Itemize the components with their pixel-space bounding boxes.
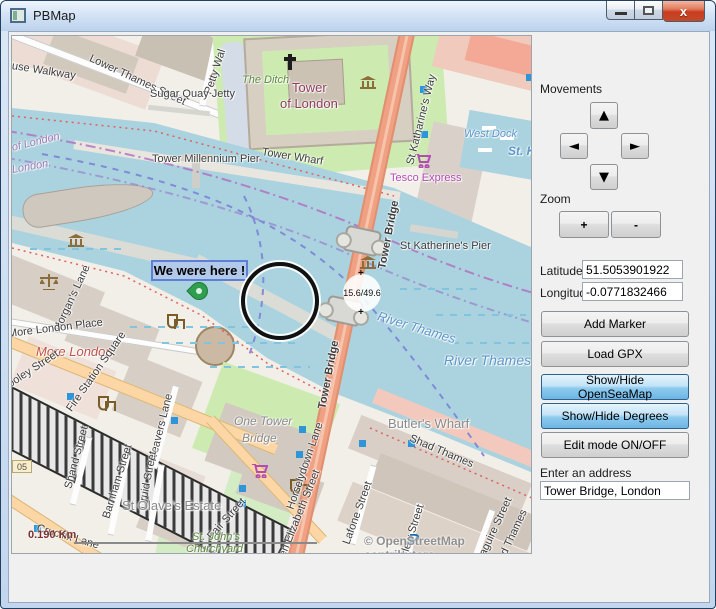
zoom-in-button[interactable]: +	[559, 211, 609, 238]
map-label: West Dock	[464, 128, 517, 140]
move-up-button[interactable]: ▲	[590, 102, 618, 129]
map-label: St Katherine's Pier	[400, 240, 491, 252]
poi-marker-icon	[239, 485, 246, 492]
client-area: use Walkway Lower Thames Street Petty Wa…	[8, 31, 710, 603]
center-indicator-value: 15.6/49.6	[343, 288, 381, 298]
map-label: Tesco Express	[390, 172, 462, 184]
maximize-icon	[643, 6, 654, 15]
shopping-cart-icon	[252, 464, 268, 478]
boat	[478, 148, 492, 152]
map-label: One Tower	[234, 414, 292, 428]
museum-icon	[360, 76, 376, 89]
minimize-button[interactable]	[606, 1, 635, 20]
map-label: Sugar Quay Jetty	[150, 88, 235, 100]
movements-label: Movements	[540, 82, 602, 96]
app-window: PBMap x	[0, 0, 716, 609]
water-dashes	[210, 366, 310, 368]
move-right-button[interactable]: ►	[621, 133, 649, 159]
poi-marker-icon	[299, 426, 306, 433]
scale-label: 0.190 Km	[28, 529, 76, 541]
water-dashes	[436, 314, 526, 316]
window-title: PBMap	[33, 8, 76, 23]
toggle-degrees-button[interactable]: Show/Hide Degrees	[541, 403, 689, 429]
poi-marker-icon	[171, 417, 178, 424]
scales-icon	[40, 274, 58, 290]
route-badge: 05	[12, 460, 32, 473]
water-dashes	[400, 288, 480, 290]
map-label: St Olave's Estate	[122, 498, 221, 513]
scale-bar	[74, 542, 317, 544]
address-input[interactable]	[540, 481, 690, 500]
map-label: Butler's Wharf	[388, 416, 469, 431]
map-canvas[interactable]: use Walkway Lower Thames Street Petty Wa…	[11, 35, 532, 554]
address-label: Enter an address	[540, 466, 631, 480]
latitude-input[interactable]	[582, 260, 683, 279]
theater-masks-icon	[98, 396, 116, 411]
map-label: Bridge	[242, 431, 277, 445]
map-circle-overlay	[241, 262, 319, 340]
move-left-button[interactable]: ◄	[560, 133, 588, 159]
caption-buttons: x	[606, 1, 705, 21]
water-dashes	[162, 342, 302, 344]
map-attribution: © OpenStreetMap contributors	[364, 534, 531, 554]
longitude-input[interactable]	[582, 282, 683, 301]
move-down-button[interactable]: ▼	[590, 164, 618, 190]
museum-icon	[68, 234, 84, 247]
zoom-label: Zoom	[540, 192, 571, 206]
load-gpx-button[interactable]: Load GPX	[541, 341, 689, 367]
titlebar[interactable]: PBMap x	[1, 1, 715, 31]
poi-marker-icon	[526, 74, 532, 81]
map-center-indicator: 15.6/49.6	[343, 274, 381, 312]
map-label: of London	[280, 96, 338, 111]
water-dashes	[130, 326, 250, 328]
poi-marker-icon	[359, 440, 366, 447]
map-label: River Thames	[444, 352, 531, 368]
latitude-label: Latitude	[540, 264, 583, 278]
map-label: Tower Millennium Pier	[152, 153, 260, 165]
marker-label[interactable]: We were here !	[151, 260, 248, 281]
map-label: St. Ka	[508, 144, 532, 158]
toggle-openseamap-button[interactable]: Show/Hide OpenSeaMap	[541, 374, 689, 400]
map-label: Tower	[292, 80, 327, 95]
map-label: Churchyard	[186, 543, 243, 554]
theater-masks-icon	[167, 314, 185, 329]
app-icon	[10, 8, 26, 23]
map-label: The Ditch	[242, 74, 289, 86]
close-icon: x	[680, 4, 687, 19]
maximize-button[interactable]	[635, 1, 663, 20]
edit-mode-button[interactable]: Edit mode ON/OFF	[541, 432, 689, 458]
water-dashes	[30, 248, 125, 250]
zoom-out-button[interactable]: -	[611, 211, 661, 238]
close-button[interactable]: x	[663, 1, 705, 22]
water-dashes	[452, 342, 532, 344]
rotunda-building	[195, 326, 235, 366]
church-cross-icon	[288, 54, 292, 70]
minimize-icon	[615, 12, 627, 15]
add-marker-button[interactable]: Add Marker	[541, 311, 689, 337]
